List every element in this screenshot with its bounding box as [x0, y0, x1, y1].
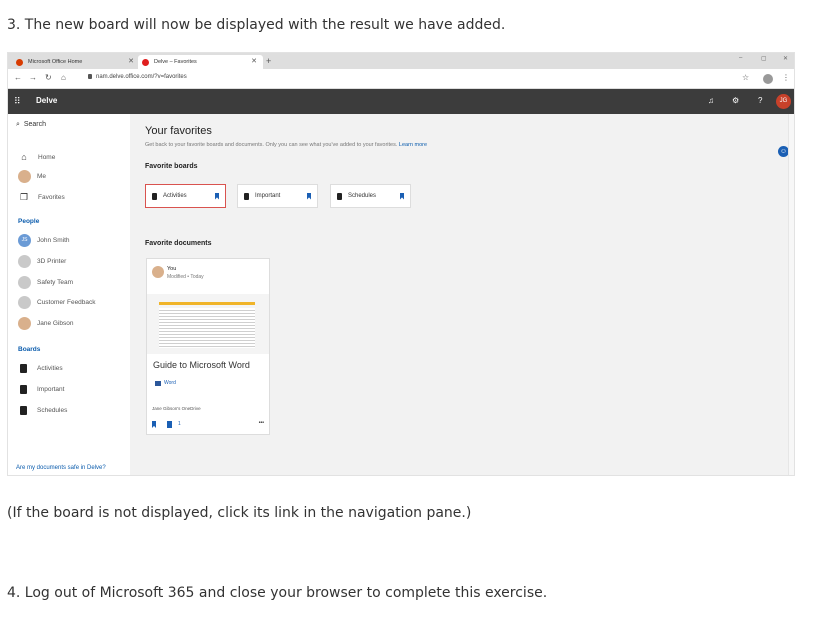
tab-bar: Microsoft Office Home ✕ Delve – Favorite…: [8, 53, 794, 69]
office-favicon-icon: [16, 58, 23, 66]
word-badge: Word: [152, 379, 179, 387]
card-author: You: [167, 266, 177, 272]
boards-heading: Boards: [18, 346, 41, 353]
document-card[interactable]: You Modified • Today Word Guide to Micro…: [146, 258, 270, 435]
board-activities[interactable]: Activities: [18, 364, 63, 373]
gear-icon[interactable]: ⚙: [732, 96, 739, 105]
page-title: Your favorites: [145, 125, 212, 137]
board-count: 1: [178, 421, 181, 427]
document-title[interactable]: Guide to Microsoft Word: [153, 359, 263, 372]
delve-favicon-icon: [142, 58, 149, 66]
document-thumbnail[interactable]: Word: [147, 294, 269, 387]
favorite-boards-heading: Favorite boards: [145, 163, 198, 170]
board-icon: [337, 192, 342, 200]
board-important[interactable]: Important: [18, 385, 64, 394]
instruction-step-4: 4. Log out of Microsoft 365 and close yo…: [7, 585, 548, 601]
back-icon[interactable]: ←: [14, 73, 22, 82]
maximize-icon[interactable]: ▢: [761, 55, 767, 62]
address-bar: ← → ↻ ⌂ nam.delve.office.com/?v=favorite…: [8, 69, 794, 89]
user-avatar[interactable]: JG: [776, 94, 791, 109]
people-safety-team[interactable]: Safety Team: [18, 276, 73, 289]
fav-board-schedules[interactable]: Schedules: [330, 184, 411, 208]
board-icon[interactable]: [167, 421, 172, 428]
board-icon: [152, 192, 157, 200]
close-tab-icon[interactable]: ✕: [251, 55, 257, 69]
home-icon: ⌂: [21, 152, 27, 162]
browser-screenshot: Microsoft Office Home ✕ Delve – Favorite…: [7, 52, 795, 476]
tab-label: Delve – Favorites: [154, 59, 197, 65]
card-modified: Modified • Today: [167, 274, 204, 280]
page-subtitle: Get back to your favorite boards and doc…: [145, 142, 428, 148]
new-tab-button[interactable]: +: [266, 55, 271, 67]
main-content: Your favorites Get back to your favorite…: [130, 114, 794, 475]
help-icon[interactable]: ?: [758, 96, 762, 105]
bell-icon[interactable]: ♫: [708, 96, 714, 105]
bookmark-icon[interactable]: [307, 192, 311, 200]
tab-delve-favorites[interactable]: Delve – Favorites ✕: [138, 55, 263, 69]
home-browser-icon[interactable]: ⌂: [61, 73, 66, 82]
menu-icon[interactable]: ⋮: [782, 73, 790, 82]
people-jane-gibson[interactable]: Jane Gibson: [18, 317, 74, 330]
avatar: [18, 276, 31, 289]
avatar: [152, 266, 164, 278]
people-customer-feedback[interactable]: Customer Feedback: [18, 296, 96, 309]
app-header: ⠿ Delve ♫ ⚙ ? JG: [8, 89, 794, 114]
avatar: JS: [18, 234, 31, 247]
word-icon: [155, 380, 161, 386]
board-icon: [20, 385, 27, 394]
safe-documents-link[interactable]: Are my documents safe in Delve?: [16, 465, 106, 471]
nav-favorites[interactable]: ❐ Favorites: [18, 191, 65, 203]
minimize-icon[interactable]: –: [739, 55, 742, 61]
tab-office-home[interactable]: Microsoft Office Home ✕: [12, 55, 140, 69]
bookmark-icon: ❐: [19, 192, 29, 202]
board-icon: [244, 192, 249, 200]
fav-board-important[interactable]: Important: [237, 184, 318, 208]
document-location[interactable]: Jane Gibson's OneDrive: [152, 406, 201, 411]
lock-icon: [88, 74, 92, 79]
star-icon[interactable]: ☆: [742, 73, 749, 82]
fav-board-activities[interactable]: Activities: [145, 184, 226, 208]
navigation-pane: ⌕ Search ⌂ Home Me ❐ Favorites People JS Jo…: [8, 114, 130, 475]
instruction-note: (If the board is not displayed, click it…: [7, 505, 472, 521]
bookmark-icon[interactable]: [152, 421, 156, 428]
close-tab-icon[interactable]: ✕: [128, 55, 134, 69]
avatar: [18, 317, 31, 330]
profile-icon[interactable]: [763, 74, 773, 84]
app-launcher-icon[interactable]: ⠿: [14, 97, 23, 106]
app-title[interactable]: Delve: [36, 96, 57, 105]
avatar: [18, 255, 31, 268]
nav-home[interactable]: ⌂ Home: [18, 151, 55, 163]
person-icon: [18, 170, 31, 183]
search-box[interactable]: ⌕ Search: [16, 121, 46, 129]
favorite-documents-heading: Favorite documents: [145, 240, 212, 247]
reload-icon[interactable]: ↻: [45, 73, 52, 82]
board-icon: [20, 406, 27, 415]
scrollbar[interactable]: [788, 114, 794, 475]
board-schedules[interactable]: Schedules: [18, 406, 67, 415]
board-icon: [20, 364, 27, 373]
bookmark-icon[interactable]: [215, 192, 219, 200]
people-3d-printer[interactable]: 3D Printer: [18, 255, 66, 268]
url-field[interactable]: nam.delve.office.com/?v=favorites: [88, 74, 187, 80]
nav-me[interactable]: Me: [18, 170, 46, 183]
tab-label: Microsoft Office Home: [28, 59, 83, 65]
more-options-icon[interactable]: •••: [259, 420, 264, 426]
forward-icon[interactable]: →: [29, 73, 37, 82]
bookmark-icon[interactable]: [400, 192, 404, 200]
learn-more-link[interactable]: Learn more: [399, 142, 427, 148]
people-heading: People: [18, 218, 40, 225]
people-john-smith[interactable]: JS John Smith: [18, 234, 70, 247]
instruction-step-3: 3. The new board will now be displayed w…: [7, 17, 506, 33]
close-window-icon[interactable]: ✕: [783, 55, 788, 62]
card-actions: 1 •••: [152, 420, 264, 429]
search-icon: ⌕: [16, 121, 20, 128]
avatar: [18, 296, 31, 309]
